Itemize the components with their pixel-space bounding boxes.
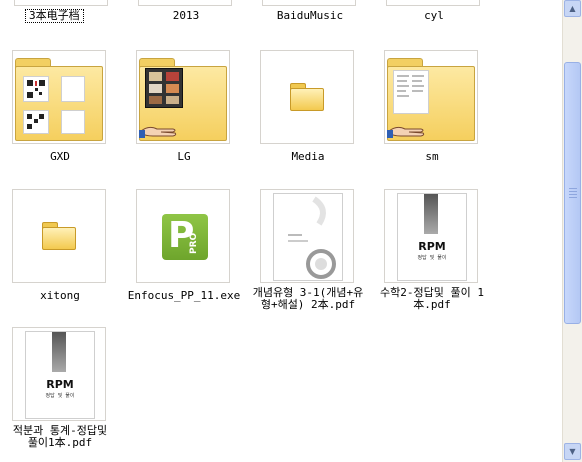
thumbnail <box>12 50 106 144</box>
file-item-xitong[interactable]: xitong <box>0 189 122 314</box>
thumbnail <box>262 0 356 6</box>
pdf-page-preview <box>273 193 343 281</box>
file-item-sm[interactable]: sm <box>370 50 494 165</box>
file-label: BaiduMusic <box>276 9 344 22</box>
thumbnail <box>138 0 232 6</box>
file-label: 개념유형 3-1(개념+유 형+해설) 2本.pdf <box>252 286 364 311</box>
thumbnail <box>384 50 478 144</box>
folder-icon <box>290 83 324 111</box>
thumbnail <box>14 0 108 6</box>
file-item-pdf-gaenyeom[interactable]: 개념유형 3-1(개념+유 형+해설) 2本.pdf <box>246 189 370 314</box>
shared-hand-icon <box>139 126 177 138</box>
file-label: 3本电子档 <box>25 9 84 23</box>
file-label: 수학2-정답및 풀이 1 本.pdf <box>380 286 484 311</box>
file-label: cyl <box>424 9 444 22</box>
scroll-up-button[interactable]: ▲ <box>564 0 581 17</box>
file-label: Enfocus_PP_11.exe <box>127 289 241 302</box>
enfocus-pro-icon: P PRO <box>162 214 208 260</box>
scroll-thumb[interactable] <box>564 62 581 324</box>
folder-icon <box>42 222 76 250</box>
file-label: xitong <box>40 289 80 302</box>
file-item-baidumusic[interactable]: BaiduMusic <box>248 0 372 24</box>
file-item-3本电子档[interactable]: 3本电子档 <box>0 0 124 24</box>
file-icon-view: 3本电子档 2013 BaiduMusic cyl GXD LG Media s… <box>0 0 562 462</box>
file-item-pdf-suhak2[interactable]: RPM 정답 및 풀이 수학2-정답및 풀이 1 本.pdf <box>370 189 494 314</box>
file-item-2013[interactable]: 2013 <box>124 0 248 24</box>
file-item-cyl[interactable]: cyl <box>372 0 496 24</box>
file-label: GXD <box>50 150 70 163</box>
file-label: Media <box>291 150 325 163</box>
thumbnail <box>386 0 480 6</box>
arrow-up-icon: ▲ <box>569 4 576 13</box>
file-label: LG <box>177 150 191 163</box>
file-item-gxd[interactable]: GXD <box>0 50 122 165</box>
file-item-enfocus-pp-11[interactable]: P PRO Enfocus_PP_11.exe <box>122 189 246 314</box>
file-item-media[interactable]: Media <box>246 50 370 165</box>
thumbnail: RPM 정답 및 풀이 <box>384 189 478 283</box>
thumbnail: P PRO <box>136 189 230 283</box>
arrow-down-icon: ▼ <box>569 447 576 456</box>
thumbnail <box>260 189 354 283</box>
thumbnail: RPM 정답 및 풀이 <box>12 327 106 421</box>
pdf-page-preview: RPM 정답 및 풀이 <box>25 331 95 419</box>
file-item-pdf-jeokbun[interactable]: RPM 정답 및 풀이 적분과 통계-정답및 풀이1本.pdf <box>0 327 122 457</box>
pdf-page-preview: RPM 정답 및 풀이 <box>397 193 467 281</box>
file-label: sm <box>425 150 439 163</box>
file-item-lg[interactable]: LG <box>122 50 246 165</box>
file-label: 2013 <box>172 9 200 22</box>
shared-hand-icon <box>387 126 425 138</box>
file-label: 적분과 통계-정답및 풀이1本.pdf <box>12 424 108 449</box>
thumbnail <box>260 50 354 144</box>
folder-icon <box>15 58 103 141</box>
vertical-scrollbar[interactable]: ▲ ▼ <box>562 0 582 462</box>
scroll-down-button[interactable]: ▼ <box>564 443 581 460</box>
thumbnail <box>136 50 230 144</box>
thumbnail <box>12 189 106 283</box>
